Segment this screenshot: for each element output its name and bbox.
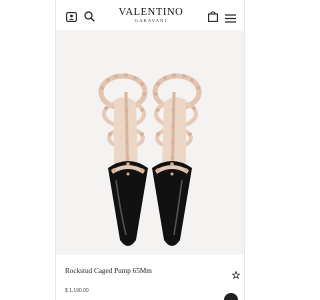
menu-icon[interactable] bbox=[225, 10, 236, 28]
site-header: VALENTINO GARAVANI bbox=[56, 0, 244, 30]
chat-button[interactable] bbox=[224, 293, 238, 300]
brand-logo[interactable]: VALENTINO GARAVANI bbox=[96, 7, 206, 24]
caged-pumps-illustration bbox=[98, 73, 202, 246]
shopping-bag-icon[interactable] bbox=[208, 9, 218, 27]
product-image[interactable] bbox=[56, 30, 244, 255]
mobile-product-page: VALENTINO GARAVANI Rockstud Caged Pump 6… bbox=[55, 0, 245, 300]
wishlist-star-icon[interactable] bbox=[231, 266, 241, 284]
account-icon[interactable] bbox=[66, 9, 77, 27]
left-shoe bbox=[98, 73, 148, 246]
search-icon[interactable] bbox=[84, 9, 95, 27]
brand-subname: GARAVANI bbox=[134, 18, 168, 23]
brand-name: VALENTINO bbox=[118, 7, 184, 18]
product-price: $ 1,190.00 bbox=[65, 288, 89, 294]
right-shoe bbox=[152, 73, 202, 246]
product-title: Rockstud Caged Pump 65Mm bbox=[65, 267, 152, 275]
